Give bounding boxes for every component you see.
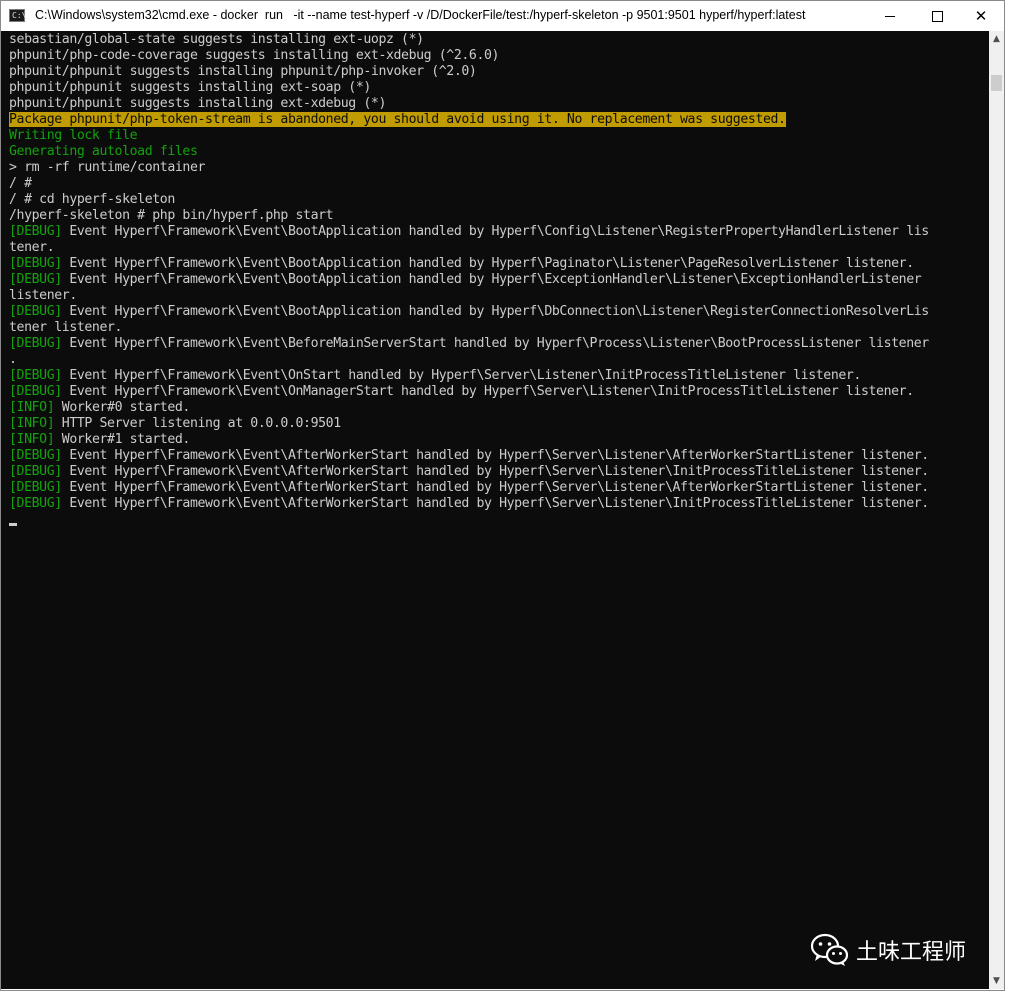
log-level-tag: [DEBUG] xyxy=(9,272,62,287)
log-message: Event Hyperf\Framework\Event\OnStart han… xyxy=(61,368,861,383)
console-line: phpunit/php-code-coverage suggests insta… xyxy=(9,48,929,64)
console-text: listener. xyxy=(9,288,77,303)
log-level-tag: [DEBUG] xyxy=(9,304,62,319)
log-level-tag: [DEBUG] xyxy=(9,496,62,511)
console-text: phpunit/phpunit suggests installing phpu… xyxy=(9,64,477,79)
warning-text: Package phpunit/php-token-stream is aban… xyxy=(9,112,786,127)
console-line: [DEBUG] Event Hyperf\Framework\Event\Aft… xyxy=(9,496,929,512)
console-line: [DEBUG] Event Hyperf\Framework\Event\Boo… xyxy=(9,224,929,240)
log-message: Event Hyperf\Framework\Event\BootApplica… xyxy=(61,256,914,271)
log-level-tag: [DEBUG] xyxy=(9,336,62,351)
console-lines: sebastian/global-state suggests installi… xyxy=(9,32,929,512)
log-message: Event Hyperf\Framework\Event\BootApplica… xyxy=(61,224,929,239)
text-cursor xyxy=(9,523,17,526)
log-message: Event Hyperf\Framework\Event\BeforeMainS… xyxy=(61,336,929,351)
log-level-tag: [INFO] xyxy=(9,400,55,415)
console-line: sebastian/global-state suggests installi… xyxy=(9,32,929,48)
log-message: Event Hyperf\Framework\Event\OnManagerSt… xyxy=(61,384,914,399)
log-level-tag: [DEBUG] xyxy=(9,480,62,495)
console-line: [DEBUG] Event Hyperf\Framework\Event\Aft… xyxy=(9,480,929,496)
console-line: [INFO] HTTP Server listening at 0.0.0.0:… xyxy=(9,416,929,432)
console-text: phpunit/phpunit suggests installing ext-… xyxy=(9,80,371,95)
console-line: listener. xyxy=(9,288,929,304)
console-line: [DEBUG] Event Hyperf\Framework\Event\OnM… xyxy=(9,384,929,400)
log-message: Worker#1 started. xyxy=(54,432,191,447)
console-line: > rm -rf runtime/container xyxy=(9,160,929,176)
scroll-up-icon[interactable]: ▲ xyxy=(989,31,1004,47)
console-line: tener. xyxy=(9,240,929,256)
maximize-icon xyxy=(931,10,943,22)
log-level-tag: [DEBUG] xyxy=(9,224,62,239)
log-message: Event Hyperf\Framework\Event\AfterWorker… xyxy=(61,464,929,479)
console-line: phpunit/phpunit suggests installing phpu… xyxy=(9,64,929,80)
maximize-button[interactable] xyxy=(914,1,960,31)
log-level-tag: [DEBUG] xyxy=(9,368,62,383)
log-level-tag: [DEBUG] xyxy=(9,256,62,271)
console-text: Writing lock file xyxy=(9,128,138,143)
log-level-tag: [INFO] xyxy=(9,432,55,447)
console-text: . xyxy=(9,352,17,367)
minimize-icon xyxy=(885,15,895,17)
console-text: / # xyxy=(9,176,32,191)
console-line: [DEBUG] Event Hyperf\Framework\Event\Aft… xyxy=(9,448,929,464)
console-line: [DEBUG] Event Hyperf\Framework\Event\Bef… xyxy=(9,336,929,352)
log-message: Event Hyperf\Framework\Event\AfterWorker… xyxy=(61,448,929,463)
console-line: [DEBUG] Event Hyperf\Framework\Event\Boo… xyxy=(9,256,929,272)
scroll-down-icon[interactable]: ▼ xyxy=(989,973,1004,989)
console-line: . xyxy=(9,352,929,368)
window-title: C:\Windows\system32\cmd.exe - docker run… xyxy=(35,8,806,22)
console-output[interactable]: sebastian/global-state suggests installi… xyxy=(1,31,989,989)
cmd-app-icon[interactable]: C:\ xyxy=(9,9,27,22)
log-message: Event Hyperf\Framework\Event\BootApplica… xyxy=(61,272,922,287)
log-message: Event Hyperf\Framework\Event\AfterWorker… xyxy=(61,496,929,511)
watermark-text: 土味工程师 xyxy=(856,940,967,965)
log-message: Worker#0 started. xyxy=(54,400,191,415)
console-text: sebastian/global-state suggests installi… xyxy=(9,32,424,47)
app-icon-text: C:\ xyxy=(12,11,27,20)
log-message: Event Hyperf\Framework\Event\BootApplica… xyxy=(61,304,929,319)
console-text: / # cd hyperf-skeleton xyxy=(9,192,175,207)
close-button[interactable]: ✕ xyxy=(958,1,1004,31)
console-line: [INFO] Worker#1 started. xyxy=(9,432,929,448)
console-line: Generating autoload files xyxy=(9,144,929,160)
console-line: /hyperf-skeleton # php bin/hyperf.php st… xyxy=(9,208,929,224)
console-text: tener listener. xyxy=(9,320,123,335)
console-line: [DEBUG] Event Hyperf\Framework\Event\Aft… xyxy=(9,464,929,480)
minimize-button[interactable] xyxy=(867,1,913,31)
log-message: Event Hyperf\Framework\Event\AfterWorker… xyxy=(61,480,929,495)
console-text: /hyperf-skeleton # php bin/hyperf.php st… xyxy=(9,208,334,223)
console-text: phpunit/phpunit suggests installing ext-… xyxy=(9,96,386,111)
log-level-tag: [INFO] xyxy=(9,416,55,431)
console-line: tener listener. xyxy=(9,320,929,336)
console-text: phpunit/php-code-coverage suggests insta… xyxy=(9,48,500,63)
close-icon: ✕ xyxy=(974,7,988,25)
console-text: > rm -rf runtime/container xyxy=(9,160,206,175)
console-line: / # xyxy=(9,176,929,192)
console-line: Package phpunit/php-token-stream is aban… xyxy=(9,112,929,128)
console-line: [DEBUG] Event Hyperf\Framework\Event\Boo… xyxy=(9,272,929,288)
console-line: [INFO] Worker#0 started. xyxy=(9,400,929,416)
watermark: 土味工程师 xyxy=(810,932,966,968)
console-text: tener. xyxy=(9,240,55,255)
title-bar[interactable]: C:\ C:\Windows\system32\cmd.exe - docker… xyxy=(1,1,1004,31)
scrollbar-thumb[interactable] xyxy=(991,75,1002,91)
console-line: phpunit/phpunit suggests installing ext-… xyxy=(9,96,929,112)
log-level-tag: [DEBUG] xyxy=(9,464,62,479)
console-line: [DEBUG] Event Hyperf\Framework\Event\Boo… xyxy=(9,304,929,320)
log-level-tag: [DEBUG] xyxy=(9,448,62,463)
console-line: / # cd hyperf-skeleton xyxy=(9,192,929,208)
console-line: phpunit/phpunit suggests installing ext-… xyxy=(9,80,929,96)
log-message: HTTP Server listening at 0.0.0.0:9501 xyxy=(54,416,341,431)
console-text: Generating autoload files xyxy=(9,144,198,159)
console-line: [DEBUG] Event Hyperf\Framework\Event\OnS… xyxy=(9,368,929,384)
wechat-icon xyxy=(810,933,849,966)
log-level-tag: [DEBUG] xyxy=(9,384,62,399)
cmd-window: C:\ C:\Windows\system32\cmd.exe - docker… xyxy=(0,0,1005,991)
vertical-scrollbar[interactable]: ▲ ▼ xyxy=(989,31,1004,989)
console-line: Writing lock file xyxy=(9,128,929,144)
